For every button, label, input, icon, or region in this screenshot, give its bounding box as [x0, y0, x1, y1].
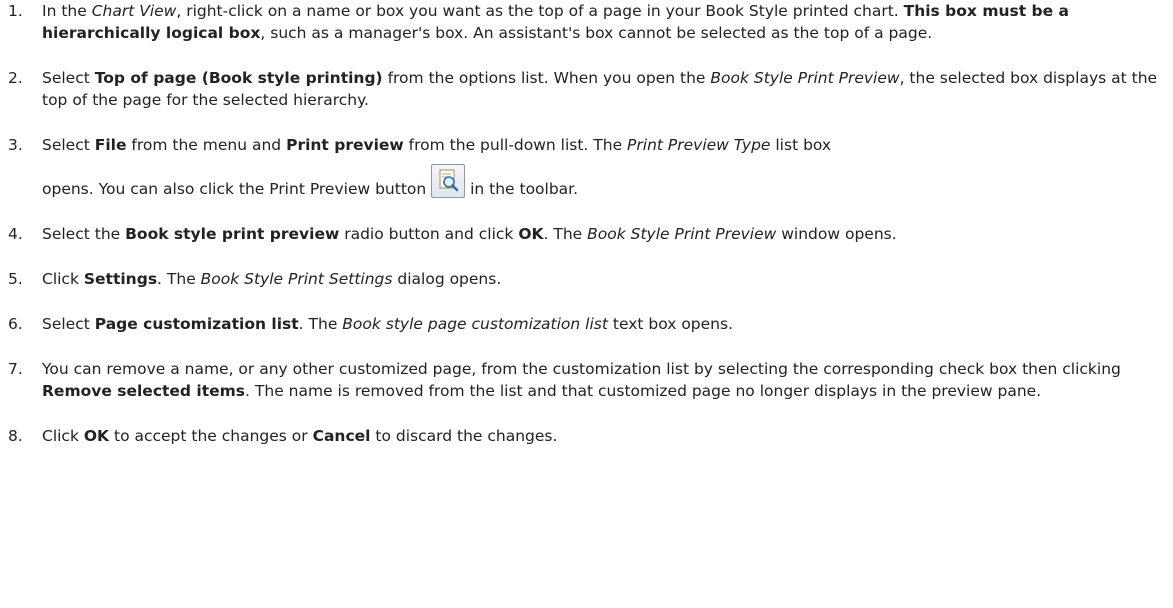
step-text: Select: [42, 136, 95, 154]
step-text: Click: [42, 427, 84, 445]
italic-text: Print Preview Type: [627, 136, 771, 154]
step-text: text box opens.: [607, 315, 734, 333]
step-body: Click Settings. The Book Style Print Set…: [42, 268, 1158, 290]
step-text: . The: [298, 315, 343, 333]
step-number: 2.: [8, 69, 23, 87]
bold-text: Cancel: [312, 427, 371, 445]
step-text: in the toolbar.: [465, 180, 579, 198]
step-line: Select File from the menu and Print prev…: [42, 134, 1158, 156]
step-text: . The: [157, 270, 201, 288]
step-number: 5.: [8, 270, 23, 288]
step-item: 1. In the Chart View, right-click on a na…: [8, 0, 1158, 44]
italic-text: Book style page customization list: [342, 315, 608, 333]
step-item: 7. You can remove a name, or any other cu…: [8, 358, 1158, 402]
step-text: dialog opens.: [392, 270, 502, 288]
step-body: Click OK to accept the changes or Cancel…: [42, 425, 1158, 447]
step-text: Select: [42, 69, 95, 87]
italic-text: Book Style Print Preview: [710, 69, 900, 87]
step-body: Select File from the menu and Print prev…: [42, 134, 1158, 200]
step-text: list box: [770, 136, 832, 154]
bold-text: OK: [518, 225, 544, 243]
step-body: You can remove a name, or any other cust…: [42, 358, 1158, 402]
italic-text: Chart View: [91, 2, 177, 20]
step-number: 4.: [8, 225, 23, 243]
bold-text: Remove selected items: [42, 382, 246, 400]
italic-text: Book Style Print Settings: [200, 270, 393, 288]
bold-text: Print preview: [286, 136, 404, 154]
step-text: from the pull-down list. The: [403, 136, 628, 154]
step-item: 2. Select Top of page (Book style printin…: [8, 67, 1158, 111]
bold-text: Book style print preview: [125, 225, 340, 243]
bold-text: Top of page (Book style printing): [94, 69, 383, 87]
step-number: 8.: [8, 427, 23, 445]
step-text: In the: [42, 2, 92, 20]
step-text: from the menu and: [126, 136, 287, 154]
step-item: 3. Select File from the menu and Print pr…: [8, 134, 1158, 200]
step-text: to discard the changes.: [370, 427, 558, 445]
bold-text: Settings: [83, 270, 158, 288]
step-text: Select the: [42, 225, 126, 243]
step-text: opens. You can also click the Print Prev…: [42, 180, 432, 198]
step-number: 6.: [8, 315, 23, 333]
step-body: Select the Book style print preview radi…: [42, 223, 1158, 245]
italic-text: Book Style Print Preview: [587, 225, 777, 243]
bold-text: File: [94, 136, 127, 154]
step-text: radio button and click: [339, 225, 519, 243]
step-line: opens. You can also click the Print Prev…: [42, 164, 1158, 200]
step-text: from the options list. When you open the: [382, 69, 711, 87]
bold-text: OK: [83, 427, 110, 445]
step-text: to accept the changes or: [109, 427, 313, 445]
step-item: 4. Select the Book style print preview ra…: [8, 223, 1158, 245]
step-text: . The name is removed from the list and …: [245, 382, 1042, 400]
bold-text: Page customization list: [94, 315, 299, 333]
step-text: , such as a manager's box. An assistant'…: [260, 24, 933, 42]
step-item: 5. Click Settings. The Book Style Print S…: [8, 268, 1158, 290]
step-body: In the Chart View, right-click on a name…: [42, 0, 1158, 44]
step-text: Click: [42, 270, 84, 288]
instruction-steps: 1. In the Chart View, right-click on a na…: [0, 0, 1158, 447]
step-item: 6. Select Page customization list. The Bo…: [8, 313, 1158, 335]
step-text: You can remove a name, or any other cust…: [42, 360, 1121, 378]
step-number: 3.: [8, 136, 23, 154]
step-number: 7.: [8, 360, 23, 378]
step-text: window opens.: [776, 225, 897, 243]
step-text: , right-click on a name or box you want …: [176, 2, 904, 20]
step-number: 1.: [8, 2, 23, 20]
step-text: . The: [543, 225, 588, 243]
step-text: Select: [42, 315, 95, 333]
print-preview-icon: [431, 164, 466, 198]
step-body: Select Page customization list. The Book…: [42, 313, 1158, 335]
step-body: Select Top of page (Book style printing)…: [42, 67, 1158, 111]
step-item: 8. Click OK to accept the changes or Canc…: [8, 425, 1158, 447]
